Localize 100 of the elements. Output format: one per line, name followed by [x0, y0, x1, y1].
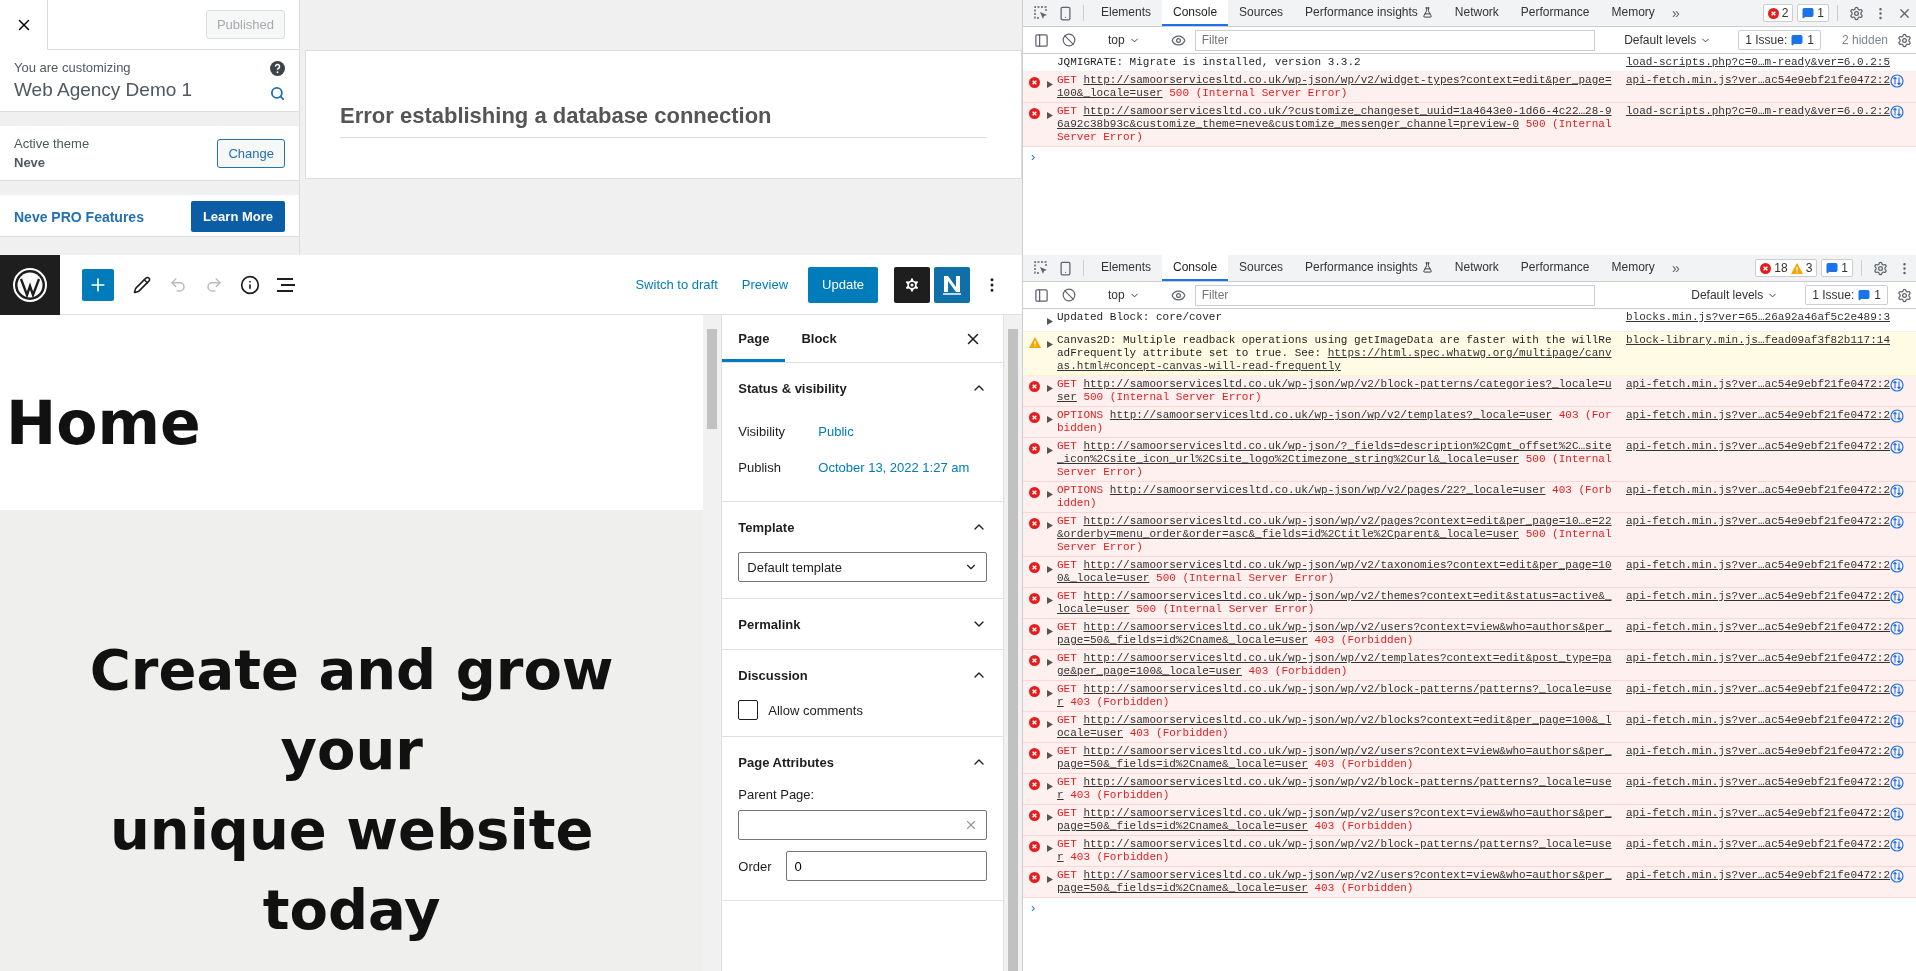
devtools-tab[interactable]: Performance insights — [1294, 0, 1444, 26]
panel-header[interactable]: Discussion — [738, 650, 987, 700]
source-link[interactable]: api-fetch.min.js?ver…ac54e9ebf21fe0472:2 — [1625, 440, 1890, 453]
message-counter-badge[interactable]: 1 — [1797, 4, 1829, 22]
issues-button[interactable]: 1 Issue: 1 — [1805, 285, 1888, 305]
source-link[interactable]: api-fetch.min.js?ver…ac54e9ebf21fe0472:2 — [1625, 869, 1890, 882]
source-link[interactable]: api-fetch.min.js?ver…ac54e9ebf21fe0472:2 — [1625, 378, 1890, 391]
expand-icon[interactable] — [1047, 876, 1053, 883]
source-link[interactable]: api-fetch.min.js?ver…ac54e9ebf21fe0472:2 — [1625, 621, 1890, 634]
expand-icon[interactable] — [1047, 341, 1053, 348]
panel-header[interactable]: Status & visibility — [738, 363, 987, 413]
source-link[interactable]: load-scripts.php?c=0…m-ready&ver=6.0.2:5 — [1625, 56, 1890, 69]
source-link[interactable]: api-fetch.min.js?ver…ac54e9ebf21fe0472:2 — [1625, 714, 1890, 727]
scrollbar-thumb[interactable] — [707, 329, 718, 429]
devtools-tab[interactable]: Elements — [1090, 0, 1163, 26]
issues-button[interactable]: 1 Issue: 1 — [1738, 30, 1821, 50]
clear-console-icon[interactable] — [1062, 288, 1076, 302]
theme-logo-button[interactable] — [934, 266, 970, 303]
devtools-tab[interactable]: Console — [1162, 0, 1229, 26]
console-prompt[interactable]: › — [1023, 898, 1044, 917]
devtools-tab[interactable]: Memory — [1600, 0, 1666, 26]
list-view-icon[interactable] — [276, 276, 296, 293]
message-counter-badge[interactable]: 1 — [1821, 259, 1853, 277]
promo-link[interactable]: Neve PRO Features — [14, 208, 144, 225]
issue-counter-badge[interactable]: 2 — [1762, 4, 1794, 22]
checkbox[interactable] — [738, 700, 759, 720]
expand-icon[interactable] — [1047, 318, 1053, 325]
devtools-tab[interactable]: Network — [1443, 0, 1510, 26]
devtools-tab[interactable]: Memory — [1600, 255, 1666, 281]
switch-to-draft-button[interactable]: Switch to draft — [623, 269, 730, 300]
devtools-tab[interactable]: Performance insights — [1294, 255, 1444, 281]
network-request-icon[interactable] — [1890, 838, 1904, 852]
network-request-icon[interactable] — [1890, 745, 1904, 759]
settings-icon[interactable] — [1872, 260, 1888, 276]
network-request-icon[interactable] — [1890, 869, 1904, 883]
network-request-icon[interactable] — [1890, 621, 1904, 635]
help-icon[interactable] — [270, 60, 285, 76]
expand-icon[interactable] — [1047, 659, 1053, 666]
issue-counter-badge[interactable]: 18 3 — [1755, 259, 1818, 277]
search-icon[interactable] — [270, 85, 285, 101]
source-link[interactable]: load-scripts.php?c=0…m-ready&ver=6.0.2:2 — [1625, 105, 1890, 118]
source-link[interactable]: blocks.min.js?ver=65…26a92a46af5c2e489:3 — [1625, 311, 1890, 324]
console-settings-icon[interactable] — [1896, 32, 1912, 48]
inspect-icon[interactable] — [1033, 5, 1049, 21]
devtools-tab[interactable]: Sources — [1228, 0, 1295, 26]
page-title[interactable]: Home — [6, 387, 201, 458]
scrollbar-thumb[interactable] — [1008, 329, 1018, 971]
devtools-tab[interactable]: Console — [1162, 255, 1229, 281]
network-request-icon[interactable] — [1890, 378, 1904, 392]
device-toolbar-icon[interactable] — [1057, 5, 1073, 21]
source-link[interactable]: api-fetch.min.js?ver…ac54e9ebf21fe0472:2 — [1625, 838, 1890, 851]
setting-link[interactable]: Public — [818, 423, 854, 439]
expand-icon[interactable] — [1047, 597, 1053, 604]
source-link[interactable]: api-fetch.min.js?ver…ac54e9ebf21fe0472:2 — [1625, 409, 1890, 422]
expand-icon[interactable] — [1047, 628, 1053, 635]
panel-header[interactable]: Page Attributes — [738, 737, 987, 787]
devtools-tab[interactable]: Network — [1443, 255, 1510, 281]
pencil-icon[interactable] — [133, 275, 151, 294]
devtools-tab[interactable]: Elements — [1090, 255, 1163, 281]
source-link[interactable]: api-fetch.min.js?ver…ac54e9ebf21fe0472:2 — [1625, 559, 1890, 572]
network-request-icon[interactable] — [1890, 105, 1904, 119]
sidebar-tab[interactable]: Block — [785, 315, 853, 362]
eye-icon[interactable] — [1171, 287, 1187, 303]
settings-button[interactable] — [894, 266, 930, 303]
device-toolbar-icon[interactable] — [1057, 260, 1073, 276]
expand-icon[interactable] — [1047, 112, 1053, 119]
preview-button[interactable]: Preview — [729, 269, 801, 300]
network-request-icon[interactable] — [1890, 714, 1904, 728]
expand-icon[interactable] — [1047, 690, 1053, 697]
update-button[interactable]: Update — [808, 266, 878, 303]
panel-header[interactable]: Template — [738, 502, 987, 552]
source-link[interactable]: api-fetch.min.js?ver…ac54e9ebf21fe0472:2 — [1625, 807, 1890, 820]
template-select[interactable]: Default template — [738, 552, 987, 582]
panel-header[interactable]: Permalink — [738, 599, 987, 649]
network-request-icon[interactable] — [1890, 807, 1904, 821]
settings-icon[interactable] — [1848, 5, 1864, 21]
close-button[interactable] — [0, 0, 48, 50]
context-select[interactable]: top — [1102, 32, 1146, 48]
filter-field[interactable]: Filter — [1194, 29, 1595, 51]
network-request-icon[interactable] — [1890, 776, 1904, 790]
add-block-button[interactable] — [82, 268, 114, 301]
network-request-icon[interactable] — [1890, 409, 1904, 423]
expand-icon[interactable] — [1047, 81, 1053, 88]
network-request-icon[interactable] — [1890, 590, 1904, 604]
network-request-icon[interactable] — [1890, 74, 1904, 88]
expand-icon[interactable] — [1047, 385, 1053, 392]
console-prompt[interactable]: › — [1023, 147, 1044, 166]
network-request-icon[interactable] — [1890, 515, 1904, 529]
devtools-tab[interactable]: Performance — [1509, 255, 1601, 281]
parent-page-field[interactable] — [738, 810, 987, 840]
more-tabs-button[interactable]: » — [1665, 255, 1686, 281]
devtools-tab[interactable]: Sources — [1228, 255, 1295, 281]
levels-dropdown[interactable]: Default levels — [1618, 32, 1718, 48]
expand-icon[interactable] — [1047, 845, 1053, 852]
learn-more-button[interactable]: Learn More — [190, 201, 285, 232]
sidebar-toggle-icon[interactable] — [1033, 287, 1049, 303]
cover-block[interactable]: Create and grow your unique website today — [0, 510, 704, 971]
info-icon[interactable] — [240, 274, 260, 295]
expand-icon[interactable] — [1047, 566, 1053, 573]
network-request-icon[interactable] — [1890, 652, 1904, 666]
